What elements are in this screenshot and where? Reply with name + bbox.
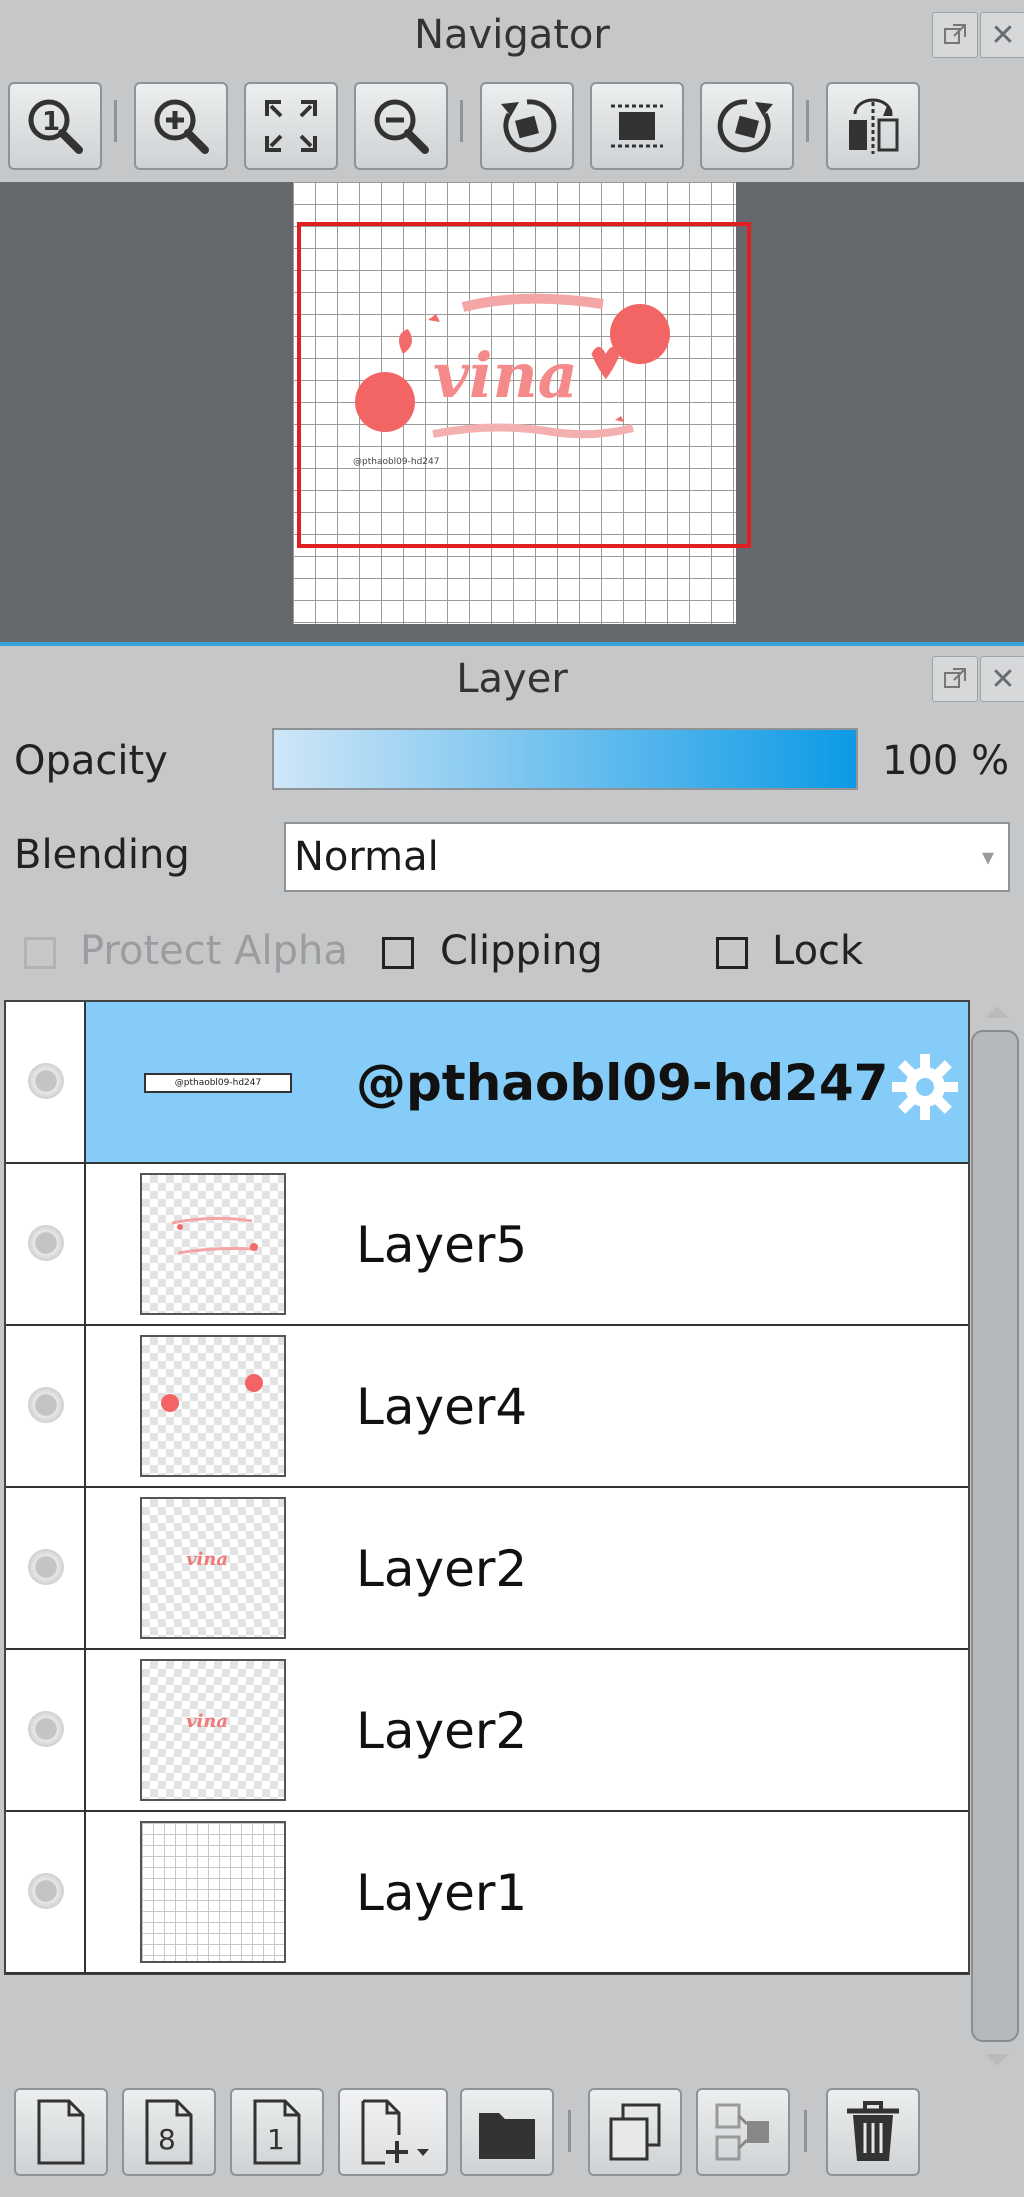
eye-dot-icon — [28, 1387, 64, 1423]
opacity-value: 100 % — [882, 738, 1010, 784]
trash-icon — [847, 2101, 899, 2161]
scroll-thumb[interactable] — [971, 1030, 1019, 2042]
layer-row[interactable]: Layer4 — [6, 1326, 968, 1488]
layer-name: Layer2 — [356, 1540, 528, 1598]
reset-view-button[interactable] — [590, 82, 684, 170]
visibility-toggle[interactable] — [6, 1650, 86, 1810]
zoom-in-button[interactable] — [134, 82, 228, 170]
actual-size-button[interactable]: 1 — [8, 82, 102, 170]
layer-thumbnail — [140, 1173, 286, 1315]
zoom-out-icon — [374, 99, 429, 154]
fit-window-icon — [265, 100, 317, 152]
layer-row[interactable]: @pthaobl09-hd247 @pthaobl09-hd247 — [6, 1002, 968, 1164]
rotate-left-button[interactable] — [480, 82, 574, 170]
visibility-toggle[interactable] — [6, 1488, 86, 1648]
duplicate-layer-button[interactable] — [588, 2088, 682, 2176]
layer-name: Layer2 — [356, 1702, 528, 1760]
layer-name: Layer5 — [356, 1216, 528, 1274]
duplicate-icon — [609, 2103, 661, 2161]
opacity-label: Opacity — [14, 738, 168, 784]
clipping-label: Clipping — [440, 928, 603, 974]
scroll-down-icon[interactable] — [985, 2054, 1009, 2066]
delete-layer-button[interactable] — [826, 2088, 920, 2176]
zoom-out-button[interactable] — [354, 82, 448, 170]
page-8-icon: 8 — [145, 2099, 193, 2165]
close-icon[interactable]: ✕ — [980, 12, 1024, 58]
clipping-checkbox[interactable] — [382, 937, 414, 969]
layer-scrollbar[interactable] — [971, 1000, 1023, 2075]
flip-icon — [849, 98, 899, 154]
merge-down-button[interactable] — [696, 2088, 790, 2176]
svg-text:8: 8 — [158, 2123, 176, 2156]
rotate-right-icon — [717, 99, 773, 153]
layer-list: @pthaobl09-hd247 @pthaobl09-hd247 Layer5… — [4, 1000, 970, 1975]
layer-name: Layer1 — [356, 1864, 528, 1922]
layer-thumbnail — [140, 1335, 286, 1477]
scroll-up-icon[interactable] — [985, 1006, 1009, 1018]
eye-dot-icon — [28, 1063, 64, 1099]
protect-alpha-checkbox[interactable] — [24, 937, 56, 969]
eye-dot-icon — [28, 1873, 64, 1909]
folder-icon — [479, 2113, 535, 2159]
viewport-rectangle[interactable] — [297, 222, 751, 548]
add-page-dropdown-icon — [361, 2099, 429, 2165]
svg-text:vina: vina — [186, 1549, 228, 1570]
float-panel-icon[interactable] — [932, 656, 978, 702]
opacity-slider[interactable] — [272, 728, 858, 790]
blending-value: Normal — [294, 834, 439, 880]
blending-select[interactable]: Normal ▾ — [284, 822, 1010, 892]
new-page-icon — [37, 2099, 85, 2165]
float-panel-icon[interactable] — [932, 12, 978, 58]
visibility-toggle[interactable] — [6, 1812, 86, 1972]
lock-label: Lock — [772, 928, 864, 974]
layer-name: Layer4 — [356, 1378, 528, 1436]
protect-alpha-label: Protect Alpha — [80, 928, 348, 974]
layer-thumbnail: vina — [140, 1659, 286, 1801]
gear-icon[interactable] — [888, 1050, 962, 1124]
visibility-toggle[interactable] — [6, 1002, 86, 1162]
lock-checkbox[interactable] — [716, 937, 748, 969]
layer-name: @pthaobl09-hd247 — [356, 1054, 889, 1112]
layer-thumbnail: vina — [140, 1497, 286, 1639]
svg-text:vina: vina — [186, 1711, 228, 1732]
eye-dot-icon — [28, 1225, 64, 1261]
layer-thumbnail — [140, 1821, 286, 1963]
layer-panel-title: Layer — [456, 656, 568, 702]
svg-text:1: 1 — [267, 2123, 285, 2156]
visibility-toggle[interactable] — [6, 1164, 86, 1324]
layer-row[interactable]: vina Layer2 — [6, 1488, 968, 1650]
layer-row[interactable]: vina Layer2 — [6, 1650, 968, 1812]
rotate-right-button[interactable] — [700, 82, 794, 170]
layer-row[interactable]: Layer1 — [6, 1812, 968, 1974]
page-1-icon: 1 — [253, 2099, 301, 2165]
one-to-one-magnifier-icon: 1 — [28, 99, 83, 154]
visibility-toggle[interactable] — [6, 1326, 86, 1486]
zoom-in-icon — [154, 99, 209, 154]
layer-row[interactable]: Layer5 — [6, 1164, 968, 1326]
close-icon[interactable]: ✕ — [980, 656, 1024, 702]
eye-dot-icon — [28, 1549, 64, 1585]
reset-view-icon — [611, 104, 663, 148]
new-1bit-layer-button[interactable]: 1 — [230, 2088, 324, 2176]
new-folder-button[interactable] — [460, 2088, 554, 2176]
add-layer-menu-button[interactable] — [338, 2088, 448, 2176]
layer-thumbnail: @pthaobl09-hd247 — [140, 1011, 292, 1153]
svg-text:1: 1 — [42, 107, 60, 137]
flip-horizontal-button[interactable] — [826, 82, 920, 170]
rotate-left-icon — [501, 99, 557, 153]
navigator-title: Navigator — [414, 12, 610, 58]
navigator-preview[interactable]: vina @pthaobl09-hd247 — [0, 182, 1024, 642]
chevron-down-icon: ▾ — [981, 843, 994, 871]
fit-to-window-button[interactable] — [244, 82, 338, 170]
new-8bit-layer-button[interactable]: 8 — [122, 2088, 216, 2176]
blending-label: Blending — [14, 832, 190, 878]
eye-dot-icon — [28, 1711, 64, 1747]
new-layer-button[interactable] — [14, 2088, 108, 2176]
merge-icon — [715, 2103, 769, 2161]
